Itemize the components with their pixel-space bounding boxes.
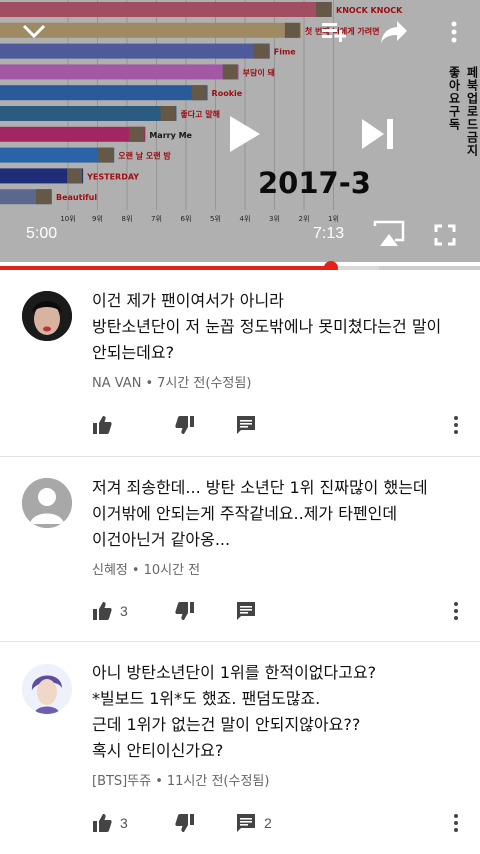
chart-bar-thumbnail bbox=[160, 106, 176, 121]
chart-bar-thumbnail bbox=[67, 168, 83, 184]
avatar[interactable] bbox=[22, 478, 72, 528]
reply-button[interactable]: 2 bbox=[236, 811, 272, 835]
comment-menu-button[interactable] bbox=[450, 413, 462, 437]
chart-tick-label: 6위 bbox=[181, 215, 192, 223]
chart-bar bbox=[0, 64, 239, 80]
comment-meta: [BTS]뚜쥬 • 11시간 전(수정됨) bbox=[92, 774, 270, 789]
comment-actions bbox=[92, 413, 480, 437]
reply-button[interactable] bbox=[236, 413, 256, 437]
comment-item: 저겨 죄송한데... 방탄 소년단 1위 진짜많이 했는데 이거밖에 안되는게 … bbox=[0, 457, 480, 642]
like-count: 3 bbox=[120, 815, 128, 831]
thumb-down-icon bbox=[175, 602, 194, 620]
skip-next-icon[interactable] bbox=[360, 117, 396, 155]
chart-bar-thumbnail bbox=[191, 85, 207, 101]
chart-bar-label: KNOCK KNOCK bbox=[336, 6, 403, 15]
chart-tick-label: 5위 bbox=[210, 215, 221, 223]
chart-tick-label: 4위 bbox=[240, 215, 251, 223]
chart-bar bbox=[0, 85, 208, 101]
chart-tick-label: 10위 bbox=[60, 215, 75, 223]
chart-bar-thumbnail bbox=[222, 64, 238, 80]
chart-bar-thumbnail bbox=[36, 189, 51, 205]
chart-tick-label: 9위 bbox=[92, 215, 103, 223]
chevron-down-icon[interactable] bbox=[20, 19, 48, 47]
comment-author[interactable]: [BTS]뚜쥬 bbox=[92, 774, 151, 789]
chart-bar-thumbnail bbox=[284, 22, 300, 38]
chart-tick-label: 1위 bbox=[328, 215, 339, 223]
comment-text: 저겨 죄송한데... 방탄 소년단 1위 진짜많이 했는데 이거밖에 안되는게 … bbox=[92, 478, 428, 549]
comment-menu-button[interactable] bbox=[450, 811, 462, 835]
comment-item: 이건 제가 팬이여서가 아니라 방탄소년단이 저 눈꼽 정도밖에나 못미쳤다는건… bbox=[0, 270, 480, 457]
chart-bar bbox=[0, 147, 115, 163]
comment-time: 7시간 전(수정됨) bbox=[157, 376, 252, 391]
avatar[interactable] bbox=[22, 291, 72, 341]
like-count: 3 bbox=[120, 603, 128, 619]
chart-bar-label: 좋다고 말해 bbox=[180, 109, 220, 119]
chart-bar-label: YESTERDAY bbox=[86, 172, 139, 181]
share-icon[interactable] bbox=[379, 19, 409, 49]
comment-actions: 3 2 bbox=[92, 811, 480, 835]
more-vert-icon[interactable] bbox=[444, 20, 464, 48]
thumb-down-icon bbox=[175, 814, 194, 832]
comment-list: 이건 제가 팬이여서가 아니라 방탄소년단이 저 눈꼽 정도밖에나 못미쳤다는건… bbox=[0, 270, 480, 854]
chart-bar-label: 부담이 돼 bbox=[243, 67, 275, 77]
chart-tick-label: 8위 bbox=[122, 215, 133, 223]
reply-count: 2 bbox=[264, 815, 272, 831]
like-button[interactable]: 3 bbox=[92, 811, 128, 835]
chart-bar-thumbnail bbox=[253, 43, 269, 59]
more-vert-icon bbox=[454, 814, 458, 832]
play-icon[interactable] bbox=[226, 114, 262, 158]
chart-bar-label: Rookie bbox=[212, 89, 243, 98]
dislike-button[interactable] bbox=[175, 811, 195, 835]
like-button[interactable] bbox=[92, 413, 112, 437]
avatar[interactable] bbox=[22, 664, 72, 714]
chart-tick-label: 2위 bbox=[299, 215, 310, 223]
chart-tick-label: 3위 bbox=[269, 215, 280, 223]
thumb-up-icon bbox=[93, 814, 112, 832]
progress-scrubber[interactable] bbox=[324, 261, 339, 270]
comment-item: 아니 방탄소년단이 1위를 한적이없다고요? *빌보드 1위*도 했죠. 팬덤도… bbox=[0, 642, 480, 854]
reply-icon bbox=[237, 814, 255, 832]
video-player[interactable]: 10위 9위 8위 7위 6위 5위 4위 3위 2위 1위 KNOCK KNOCK 첫 번째 너에게… bbox=[0, 0, 480, 270]
chart-tick-label: 7위 bbox=[151, 215, 162, 223]
chart-bar bbox=[0, 126, 146, 142]
chart-bar-label: Marry Me bbox=[149, 131, 192, 140]
comment-text: 아니 방탄소년단이 1위를 한적이없다고요? *빌보드 1위*도 했죠. 팬덤도… bbox=[92, 663, 377, 760]
thumb-up-icon bbox=[93, 416, 112, 434]
chart-bar-label: Fime bbox=[274, 48, 297, 57]
duration: 7:13 bbox=[313, 225, 345, 242]
comment-author[interactable]: 신혜정 bbox=[92, 563, 128, 578]
reply-button[interactable] bbox=[236, 599, 256, 623]
chart-bar-thumbnail bbox=[129, 126, 145, 142]
chart-bar-label: 오랜 날 오랜 밤 bbox=[118, 151, 171, 161]
comment-time: 11시간 전(수정됨) bbox=[166, 774, 270, 789]
side-text-left: 좋아요구독 bbox=[447, 66, 461, 131]
comment-time: 10시간 전 bbox=[143, 563, 201, 578]
current-time: 5:00 bbox=[26, 225, 58, 242]
more-vert-icon bbox=[454, 416, 458, 434]
chart-bar bbox=[0, 2, 332, 17]
reply-icon bbox=[237, 602, 255, 620]
thumb-down-icon bbox=[175, 416, 194, 434]
side-text-right: 페북업로드금지 bbox=[465, 66, 479, 157]
cast-icon[interactable] bbox=[373, 220, 405, 252]
fullscreen-icon[interactable] bbox=[434, 224, 456, 250]
chart-bar-label: Beautiful bbox=[56, 193, 97, 202]
playlist-add-icon[interactable] bbox=[320, 18, 347, 48]
chart-bar bbox=[0, 106, 177, 121]
like-button[interactable]: 3 bbox=[92, 599, 128, 623]
reply-icon bbox=[237, 416, 255, 434]
comment-actions: 3 bbox=[92, 599, 480, 623]
comment-meta: 신혜정 • 10시간 전 bbox=[92, 563, 201, 578]
more-vert-icon bbox=[454, 602, 458, 620]
chart-bar-thumbnail bbox=[316, 2, 331, 17]
dislike-button[interactable] bbox=[175, 413, 195, 437]
chart-bar-thumbnail bbox=[98, 147, 114, 163]
thumb-up-icon bbox=[93, 602, 112, 620]
chart-year-label: 2017-3 bbox=[258, 166, 371, 200]
comment-text: 이건 제가 팬이여서가 아니라 방탄소년단이 저 눈꼽 정도밖에나 못미쳤다는건… bbox=[92, 291, 442, 362]
dislike-button[interactable] bbox=[175, 599, 195, 623]
comment-author[interactable]: NA VAN bbox=[92, 376, 141, 391]
comment-menu-button[interactable] bbox=[450, 599, 462, 623]
comment-meta: NA VAN • 7시간 전(수정됨) bbox=[92, 376, 252, 391]
